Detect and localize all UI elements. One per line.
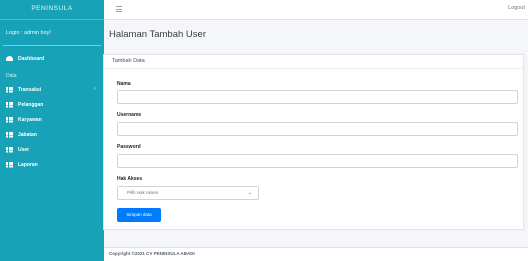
grid-icon [6, 116, 13, 123]
logout-link[interactable]: Logout [508, 5, 525, 11]
sidebar-item-jabatan[interactable]: Jabatan [0, 127, 104, 142]
sidebar-item-label: Jabatan [18, 131, 37, 138]
nama-input[interactable] [117, 90, 518, 104]
username-input[interactable] [117, 122, 518, 136]
grid-icon [6, 131, 13, 138]
grid-icon [6, 161, 13, 168]
footer: Copyright ©2021 CV PENINSULA ABADI [104, 247, 528, 261]
card-title: Tambah Data [104, 55, 523, 69]
chevron-left-icon[interactable]: ‹ [94, 86, 96, 92]
dashboard-icon [6, 56, 13, 61]
hak-akses-select[interactable]: Pilih Hak Akses ⌄ [117, 186, 259, 200]
page-title: Halaman Tambah User [109, 29, 206, 40]
sidebar-item-laporan[interactable]: Laporan [0, 157, 104, 172]
sidebar-item-label: Pelanggan [18, 101, 44, 108]
top-navbar: Logout [104, 0, 528, 20]
sidebar-nav: Dashboard Data Transaksi ‹ Pelanggan Kar… [0, 50, 104, 172]
grid-icon [6, 146, 13, 153]
hak-akses-label: Hak Akses [117, 176, 143, 182]
sidebar-item-label: Laporan [18, 161, 38, 168]
password-label: Password [117, 144, 141, 150]
grid-icon [6, 86, 13, 93]
save-button[interactable]: Simpan data [117, 208, 161, 222]
copyright-text: Copyright ©2021 CV PENINSULA ABADI [109, 251, 195, 256]
hak-akses-selected-value: Pilih Hak Akses [127, 190, 159, 195]
sidebar-item-label: Transaksi [18, 86, 42, 93]
login-info: Login : admin boy! [3, 20, 101, 46]
hamburger-icon[interactable] [116, 6, 122, 12]
sidebar-item-user[interactable]: User [0, 142, 104, 157]
chevron-down-icon: ⌄ [247, 190, 252, 196]
brand-logo-text[interactable]: PENINSULA [0, 0, 104, 20]
nama-label: Nama [117, 81, 131, 87]
sidebar-item-pelanggan[interactable]: Pelanggan [0, 97, 104, 112]
password-input[interactable] [117, 154, 518, 168]
sidebar-item-label: Dashboard [18, 55, 45, 62]
sidebar-item-karyawan[interactable]: Karyawan [0, 112, 104, 127]
sidebar-item-label: Karyawan [18, 116, 42, 123]
sidebar: PENINSULA Login : admin boy! Dashboard D… [0, 0, 104, 261]
sidebar-item-dashboard[interactable]: Dashboard [0, 50, 104, 67]
add-user-card: Tambah Data Nama Username Password Hak A… [103, 54, 524, 230]
grid-icon [6, 101, 13, 108]
username-label: Username [117, 112, 142, 118]
sidebar-section-header: Data [6, 73, 17, 79]
sidebar-item-transaksi[interactable]: Transaksi ‹ [0, 82, 104, 97]
sidebar-item-label: User [18, 146, 30, 153]
